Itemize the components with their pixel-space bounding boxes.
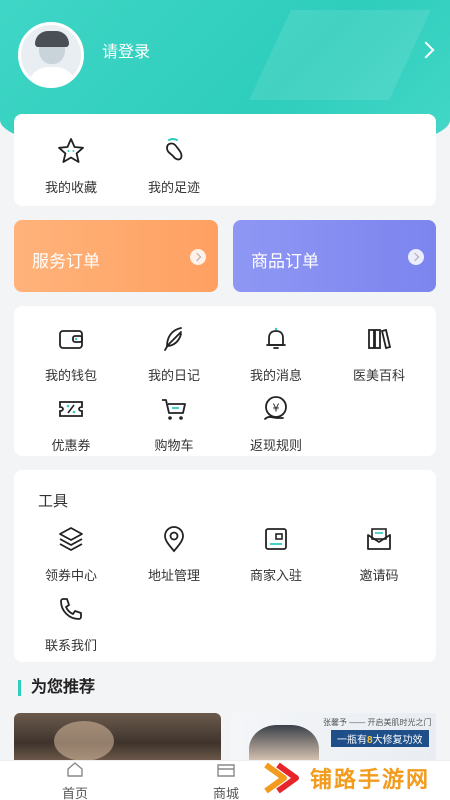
favorites-item[interactable]: 我的收藏 [21, 136, 121, 196]
avatar[interactable] [18, 22, 84, 88]
coupon-item[interactable]: 优惠券 [21, 394, 121, 454]
footprint-item[interactable]: 我的足迹 [124, 136, 224, 196]
messages-item[interactable]: 我的消息 [226, 324, 326, 384]
login-link[interactable]: 请登录 [102, 38, 150, 62]
cashback-icon: ¥ [264, 396, 287, 420]
arrow-right-icon [190, 249, 206, 265]
tab-home[interactable]: 首页 [35, 761, 115, 800]
tab-store[interactable]: 商城 [186, 761, 266, 800]
footprint-label: 我的足迹 [147, 180, 200, 195]
cashback-rules-item[interactable]: ¥ 返现规则 [226, 394, 326, 454]
bell-icon [266, 327, 286, 349]
encyclopedia-item[interactable]: 医美百科 [329, 324, 429, 384]
banner-slogan: 张馨予 —— 开启美肌时光之门 [323, 718, 432, 727]
service-order-button[interactable]: 服务订单 [14, 220, 218, 292]
wallet-label: 我的钱包 [44, 368, 97, 383]
diary-item[interactable]: 我的日记 [124, 324, 224, 384]
quick-access-card: 我的收藏 我的足迹 [14, 114, 436, 206]
svg-text:¥: ¥ [273, 402, 280, 415]
wallet-item[interactable]: 我的钱包 [21, 324, 121, 384]
merchant-join-item[interactable]: 商家入驻 [226, 524, 326, 584]
watermark-logo-icon [264, 762, 299, 794]
profile-section[interactable]: 请登录 [18, 22, 150, 88]
home-icon [67, 762, 83, 777]
watermark-text: 铺路手游网 [310, 767, 431, 792]
contact-us-item[interactable]: 联系我们 [21, 594, 121, 654]
recommend-title: 为您推荐 [18, 680, 95, 696]
cashback-rules-label: 返现规则 [249, 438, 302, 453]
encyclopedia-label: 医美百科 [352, 368, 405, 383]
phone-icon [60, 598, 82, 620]
address-management-item[interactable]: 地址管理 [124, 524, 224, 584]
coupon-label: 优惠券 [51, 438, 91, 453]
wallet-icon [59, 330, 83, 349]
address-management-label: 地址管理 [147, 568, 200, 583]
tab-store-label: 商城 [212, 786, 239, 800]
tools-card: 工具 领券中心 地址管理 商家入驻 邀请码 联系我们 [14, 470, 436, 662]
coupon-center-item[interactable]: 领券中心 [21, 524, 121, 584]
merchant-join-label: 商家入驻 [249, 568, 302, 583]
star-icon [58, 138, 84, 163]
store-icon [217, 764, 235, 777]
cart-item[interactable]: 购物车 [124, 394, 224, 454]
arrow-right-icon [408, 249, 424, 265]
merchant-card-icon [265, 528, 287, 550]
cart-icon [162, 399, 186, 420]
layers-icon [59, 527, 83, 551]
watermark: 铺路手游网 [264, 758, 430, 798]
coupon-icon [59, 401, 83, 417]
functions-card: 我的钱包 我的日记 我的消息 医美百科 优惠券 购物车 ¥ 返现规则 [14, 306, 436, 456]
coupon-center-label: 领券中心 [44, 568, 97, 583]
tab-home-label: 首页 [61, 786, 88, 800]
contact-us-label: 联系我们 [44, 638, 97, 653]
feather-icon [164, 327, 182, 351]
tools-title: 工具 [38, 493, 69, 510]
product-order-label: 商品订单 [251, 252, 319, 271]
product-order-button[interactable]: 商品订单 [233, 220, 436, 292]
invite-code-label: 邀请码 [359, 568, 399, 583]
diary-label: 我的日记 [147, 368, 200, 383]
footprint-icon [166, 138, 183, 161]
envelope-icon [367, 528, 391, 550]
books-icon [368, 328, 392, 350]
service-order-label: 服务订单 [32, 252, 100, 271]
messages-label: 我的消息 [249, 368, 302, 383]
invite-code-item[interactable]: 邀请码 [329, 524, 429, 584]
banner-highlight: 一瓶有8大修复功效 [331, 730, 429, 747]
favorites-label: 我的收藏 [44, 180, 97, 195]
location-pin-icon [164, 526, 184, 553]
cart-label: 购物车 [154, 438, 194, 453]
